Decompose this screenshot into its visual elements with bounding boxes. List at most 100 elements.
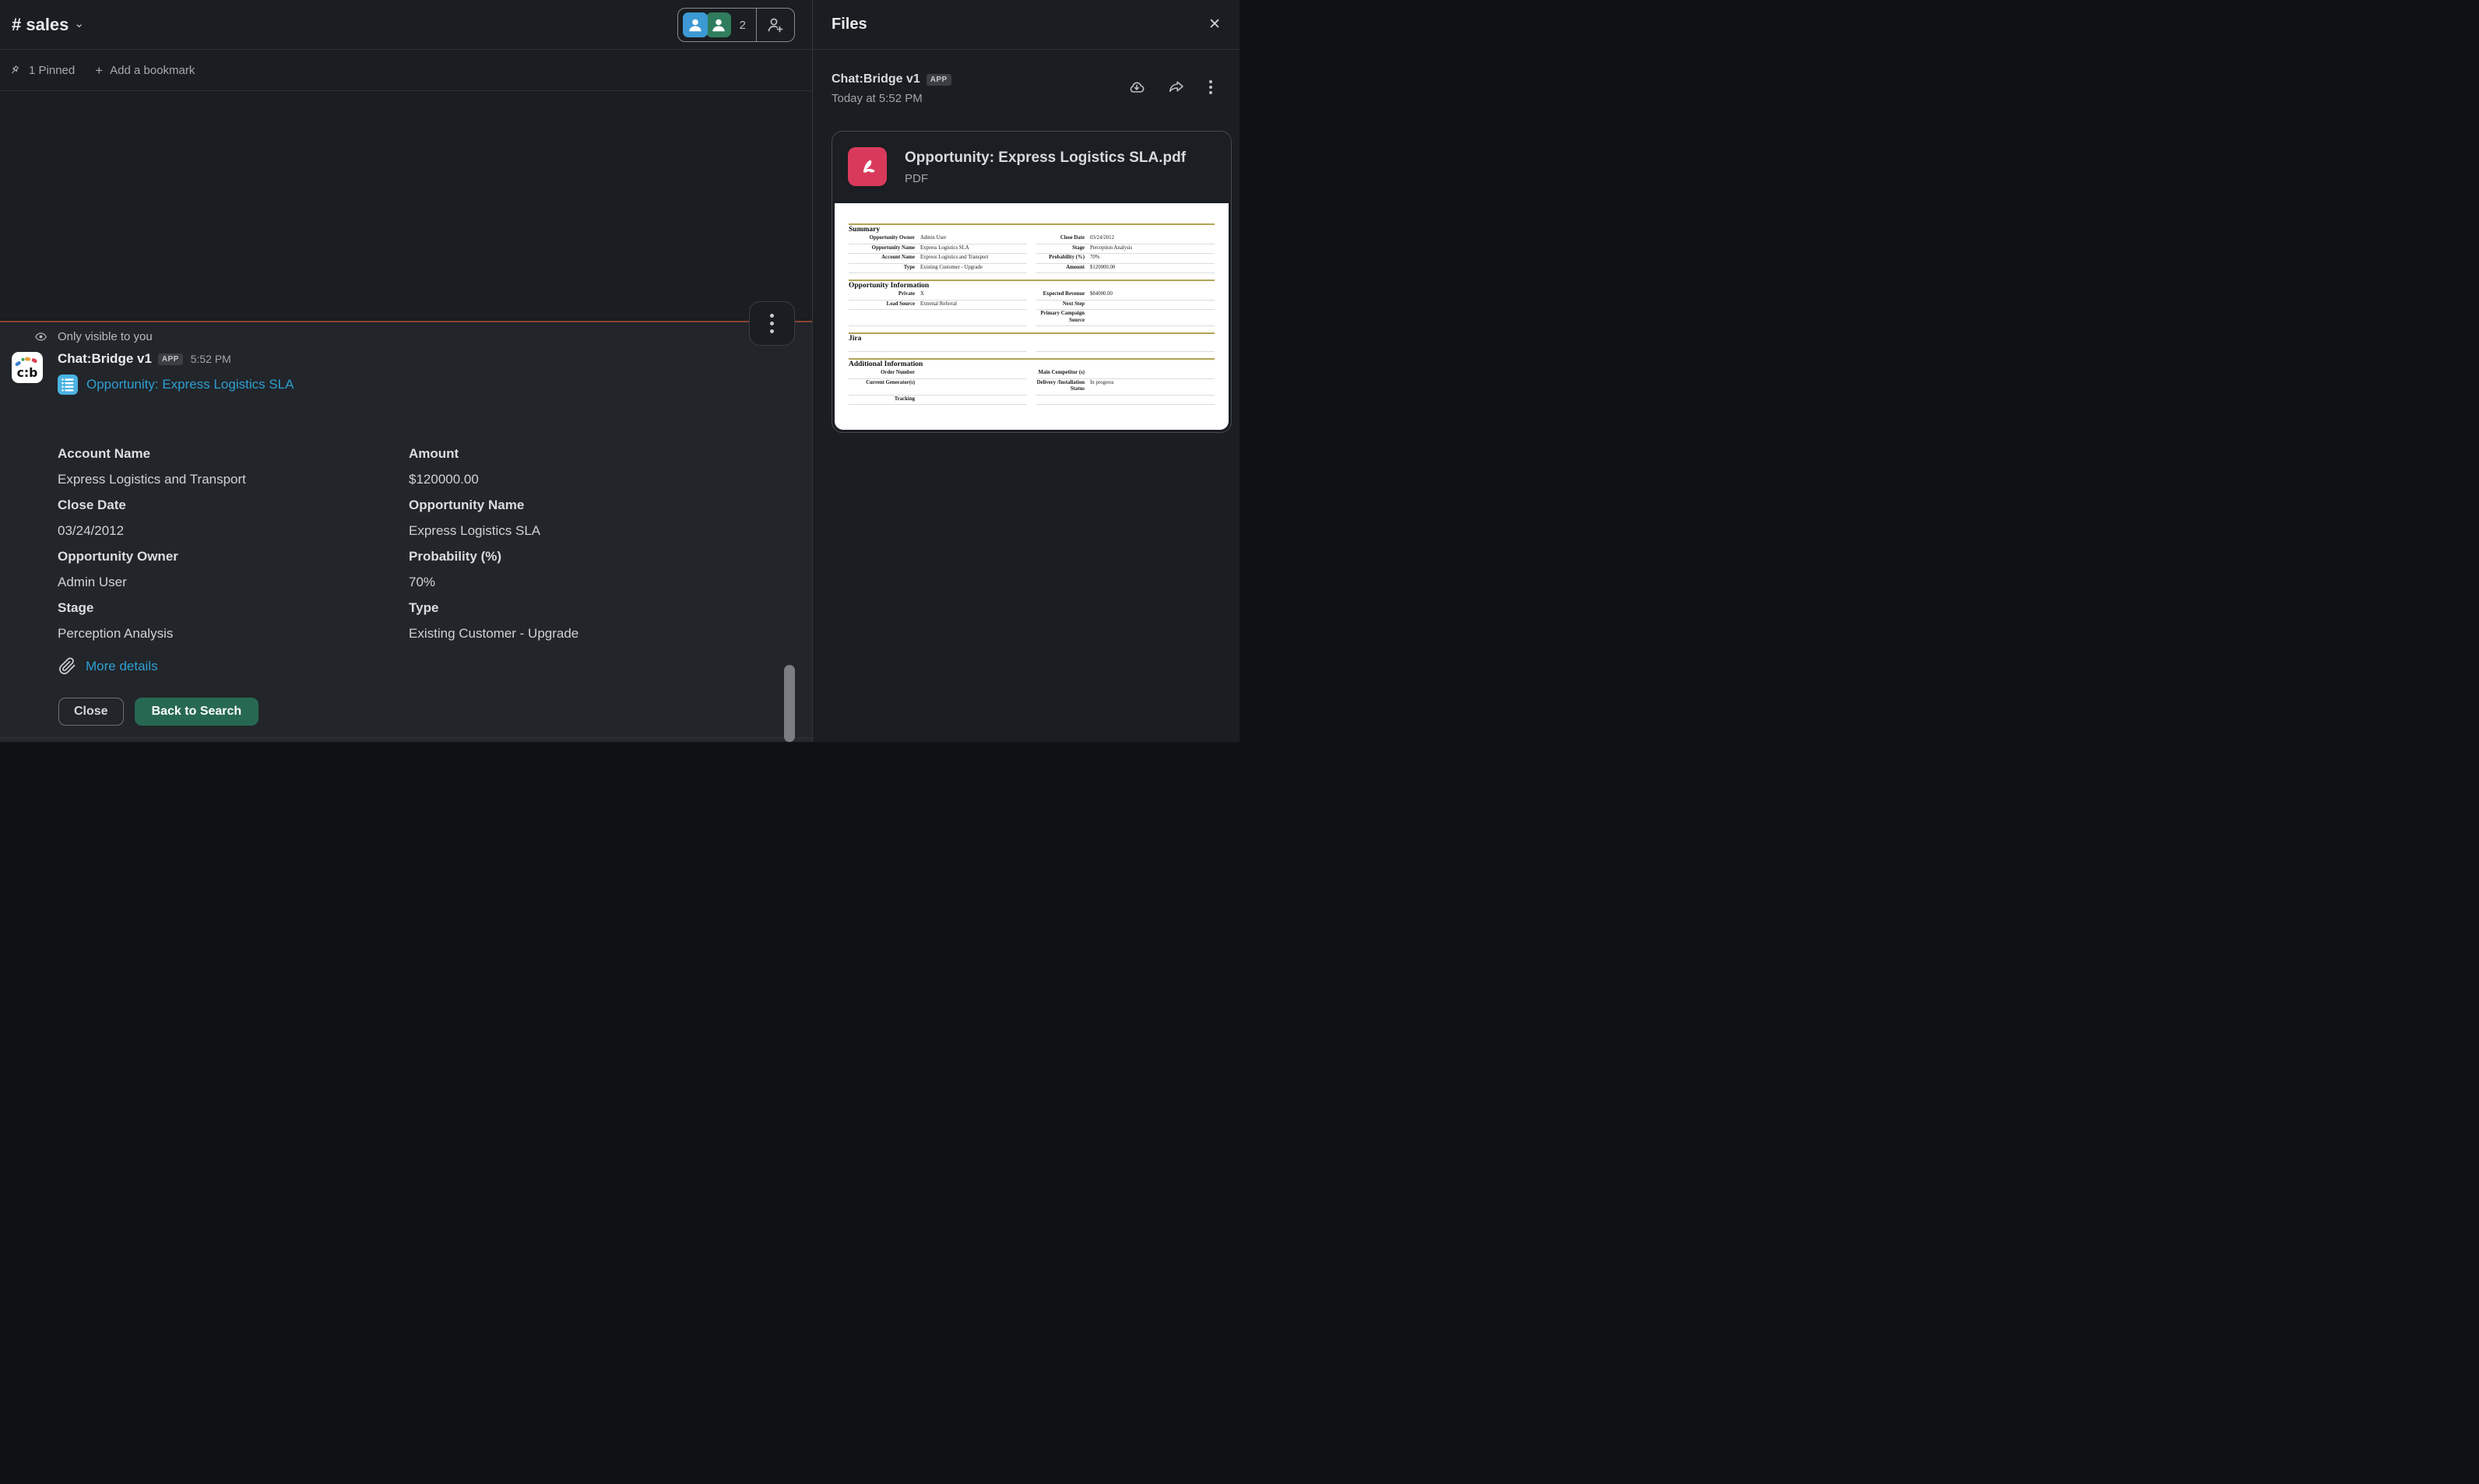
field-label: Account Name — [58, 441, 409, 466]
chevron-down-icon: ⌄ — [74, 16, 84, 30]
pdf-row: Primary Campaign Source — [849, 310, 1215, 326]
opportunity-fields: Account Name Express Logistics and Trans… — [58, 441, 744, 646]
pinned-items-button[interactable]: 1 Pinned — [9, 64, 75, 77]
pdf-section-additional-info: Additional Information Order Number Main… — [849, 358, 1215, 405]
pdf-section-title: Jira — [849, 334, 1215, 343]
pdf-row: Tracking — [849, 396, 1215, 406]
person-icon — [687, 16, 704, 33]
attachment-row: Opportunity: Express Logistics SLA — [58, 375, 294, 395]
field-value: $120000.00 — [409, 466, 744, 492]
files-panel: Files ✕ Chat:Bridge v1 APP Today at 5:52… — [813, 0, 1240, 742]
channel-name: # sales — [12, 15, 69, 35]
more-details-link[interactable]: More details — [86, 659, 158, 674]
field-value: Perception Analysis — [58, 621, 409, 646]
file-type: PDF — [905, 172, 1186, 185]
file-card[interactable]: Opportunity: Express Logistics SLA.pdf P… — [832, 131, 1232, 433]
field-probability: Probability (%) 70% — [409, 543, 744, 595]
pdf-row: Account NameExpress Logistics and Transp… — [849, 254, 1215, 264]
field-opportunity-name: Opportunity Name Express Logistics SLA — [409, 492, 744, 543]
file-author-row: Chat:Bridge v1 APP — [832, 72, 951, 86]
field-value: Admin User — [58, 569, 409, 595]
opportunity-link[interactable]: Opportunity: Express Logistics SLA — [86, 377, 294, 392]
pdf-section-jira: Jira — [849, 332, 1215, 352]
field-amount: Amount $120000.00 — [409, 441, 744, 492]
app-badge: APP — [927, 74, 951, 86]
add-bookmark-label: Add a bookmark — [110, 64, 195, 77]
share-button[interactable] — [1167, 78, 1186, 97]
back-to-search-button[interactable]: Back to Search — [135, 698, 259, 726]
slack-window: # sales ⌄ 2 — [0, 0, 1240, 742]
file-timestamp: Today at 5:52 PM — [832, 92, 951, 105]
channel-name-button[interactable]: # sales ⌄ — [12, 15, 84, 35]
file-meta: Chat:Bridge v1 APP Today at 5:52 PM — [832, 72, 951, 105]
field-value: Existing Customer - Upgrade — [409, 621, 744, 646]
field-close-date: Close Date 03/24/2012 — [58, 492, 409, 543]
svg-text:c:b: c:b — [17, 365, 38, 380]
sender-name[interactable]: Chat:Bridge v1 — [58, 351, 152, 367]
field-opportunity-owner: Opportunity Owner Admin User — [58, 543, 409, 595]
more-actions-button[interactable] — [1207, 80, 1215, 94]
pdf-section-title: Opportunity Information — [849, 281, 1215, 290]
kebab-icon — [770, 314, 774, 318]
field-label: Amount — [409, 441, 744, 466]
bookmarks-bar: 1 Pinned + Add a bookmark — [0, 51, 812, 91]
member-count-button-group: 2 — [677, 8, 795, 42]
add-member-button[interactable] — [757, 9, 794, 41]
file-actions — [1127, 78, 1215, 97]
close-button[interactable]: Close — [58, 698, 124, 726]
eye-icon — [34, 330, 47, 343]
pdf-row: Opportunity NameExpress Logistics SLA St… — [849, 244, 1215, 255]
person-icon — [710, 16, 727, 33]
pdf-row: Lead SourceExternal Referral Next Step — [849, 301, 1215, 311]
channel-pane: # sales ⌄ 2 — [0, 0, 813, 742]
files-panel-title: Files — [832, 16, 1208, 33]
field-value: Express Logistics and Transport — [58, 466, 409, 492]
member-count-button[interactable]: 2 — [678, 9, 756, 41]
message-timestamp[interactable]: 5:52 PM — [191, 353, 231, 365]
paperclip-icon — [58, 657, 76, 675]
cloud-download-icon — [1127, 78, 1146, 97]
member-avatar-green — [706, 12, 731, 37]
forward-arrow-icon — [1167, 78, 1186, 97]
visibility-note: Only visible to you — [58, 330, 153, 343]
field-label: Probability (%) — [409, 543, 744, 569]
field-label: Opportunity Name — [409, 492, 744, 518]
file-author[interactable]: Chat:Bridge v1 — [832, 72, 920, 86]
list-icon — [58, 375, 78, 395]
close-panel-icon[interactable]: ✕ — [1208, 17, 1221, 32]
message-header: Chat:Bridge v1 APP 5:52 PM — [58, 351, 231, 367]
member-avatars — [683, 12, 731, 37]
field-label: Stage — [58, 595, 409, 621]
chatbridge-logo: c:b — [12, 353, 42, 382]
pdf-section-title: Summary — [849, 225, 1215, 234]
field-value: Express Logistics SLA — [409, 518, 744, 543]
download-button[interactable] — [1127, 78, 1146, 97]
app-avatar[interactable]: c:b — [12, 352, 43, 383]
add-bookmark-button[interactable]: + Add a bookmark — [95, 63, 195, 79]
field-stage: Stage Perception Analysis — [58, 595, 409, 646]
pdf-section-title: Additional Information — [849, 360, 1215, 369]
pdf-section-summary: Summary Opportunity OwnerAdmin User Clos… — [849, 223, 1215, 273]
pdf-row — [849, 343, 1215, 352]
field-label: Type — [409, 595, 744, 621]
channel-header: # sales ⌄ 2 — [0, 0, 812, 50]
files-header: Files ✕ — [813, 0, 1240, 50]
field-value: 03/24/2012 — [58, 518, 409, 543]
ephemeral-message: Only visible to you c:b Chat:Bridge v1 A… — [0, 322, 812, 738]
field-account-name: Account Name Express Logistics and Trans… — [58, 441, 409, 492]
pdf-section-opportunity-info: Opportunity Information PrivateX Expecte… — [849, 280, 1215, 326]
composer-edge — [0, 737, 812, 742]
pdf-row: Current Generator(s) Delivery /Installat… — [849, 379, 1215, 396]
pdf-preview: Summary Opportunity OwnerAdmin User Clos… — [835, 203, 1229, 430]
member-count: 2 — [740, 19, 746, 32]
pdf-row: Order Number Main Competitor (s) — [849, 369, 1215, 379]
pdf-row: PrivateX Expected Revenue$84000.00 — [849, 290, 1215, 301]
visibility-note-row: Only visible to you — [34, 330, 153, 343]
scrollbar-thumb[interactable] — [784, 665, 795, 742]
plus-icon: + — [95, 63, 103, 79]
pin-icon — [9, 64, 22, 77]
field-label: Opportunity Owner — [58, 543, 409, 569]
app-badge: APP — [158, 353, 183, 365]
message-actions-kebab-button[interactable] — [749, 301, 795, 346]
pinned-label: 1 Pinned — [29, 64, 75, 77]
